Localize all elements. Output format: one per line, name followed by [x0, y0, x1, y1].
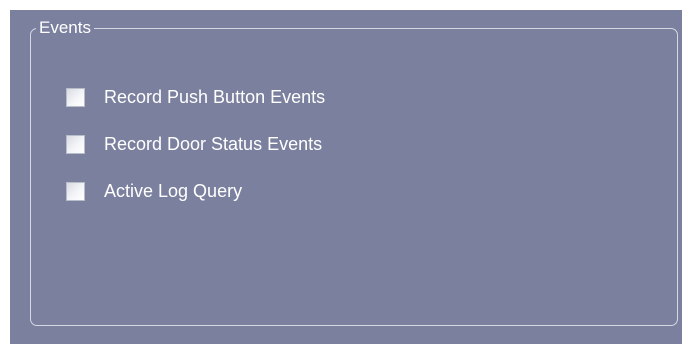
checkbox-label[interactable]: Record Door Status Events — [104, 133, 322, 155]
checkbox-label[interactable]: Active Log Query — [104, 180, 242, 202]
events-groupbox — [30, 28, 678, 326]
checkbox-box[interactable] — [66, 87, 85, 107]
active-log-query-checkbox[interactable]: Active Log Query — [66, 178, 242, 204]
checkbox-box[interactable] — [66, 134, 85, 154]
checkbox-label[interactable]: Record Push Button Events — [104, 86, 325, 108]
record-push-button-events-checkbox[interactable]: Record Push Button Events — [66, 84, 325, 110]
record-door-status-events-checkbox[interactable]: Record Door Status Events — [66, 131, 322, 157]
checkbox-box[interactable] — [66, 181, 85, 201]
groupbox-title: Events — [36, 18, 94, 38]
